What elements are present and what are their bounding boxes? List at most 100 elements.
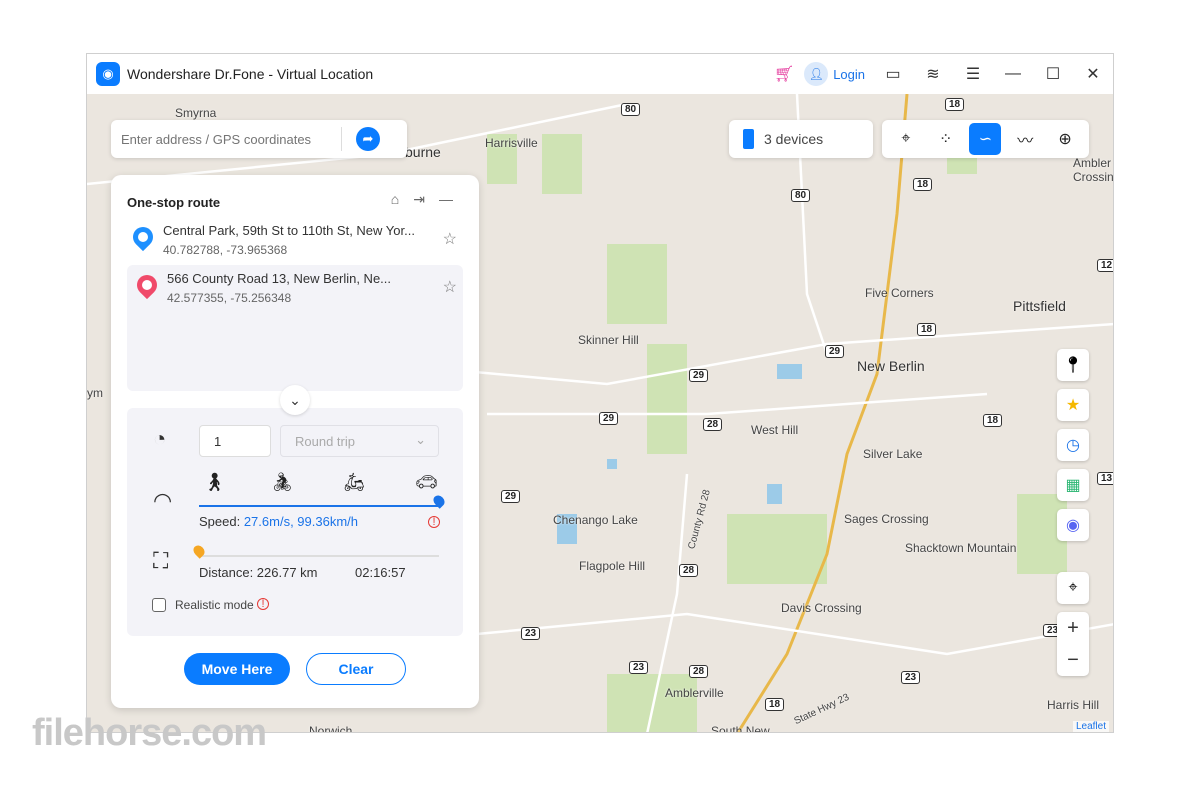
google-maps-icon[interactable]: 📍︎ bbox=[1057, 349, 1089, 381]
speed-slider[interactable] bbox=[199, 493, 447, 509]
minimize-icon[interactable]: — bbox=[993, 65, 1033, 83]
speed-text: Speed: 27.6m/s, 99.36km/h bbox=[199, 514, 358, 529]
route-shield: 29 bbox=[825, 345, 845, 358]
map-label: burne bbox=[405, 144, 441, 160]
speed-label: Speed: bbox=[199, 514, 241, 529]
route-settings: ◔ 1 Round trip ⌄ ◠ 🚶︎ 🚴︎ 🛵︎ 🚗︎ Speed: 27.… bbox=[127, 408, 463, 636]
maximize-icon[interactable]: ☐ bbox=[1033, 64, 1073, 84]
car-icon[interactable]: 🚗︎ bbox=[415, 472, 438, 493]
route-shield: 18 bbox=[913, 178, 933, 191]
map[interactable]: Smyrna Harrisville burne Five Corners Pi… bbox=[87, 94, 1114, 732]
history-clock-icon[interactable]: ◷ bbox=[1057, 429, 1089, 461]
one-stop-route-mode-icon[interactable]: ∽ bbox=[969, 123, 1002, 155]
realistic-mode-label: Realistic mode bbox=[175, 598, 254, 612]
trip-mode-value: Round trip bbox=[295, 434, 355, 449]
watermark: filehorse.com bbox=[32, 712, 267, 754]
clear-button[interactable]: Clear bbox=[306, 653, 406, 685]
route-shield: 18 bbox=[983, 414, 1003, 427]
destination-stop-item[interactable]: 566 County Road 13, New Berlin, Ne... 42… bbox=[127, 267, 463, 315]
map-label: West Hill bbox=[751, 423, 799, 437]
discord-icon[interactable]: ◉ bbox=[1057, 509, 1089, 541]
route-shield: 28 bbox=[703, 418, 723, 431]
multi-stop-route-mode-icon[interactable]: 〰 bbox=[1009, 123, 1041, 155]
stop-name: Central Park, 59th St to 110th St, New Y… bbox=[163, 223, 415, 238]
teleport-mode-icon[interactable]: ⌖ bbox=[890, 123, 922, 155]
scooter-icon[interactable]: 🛵︎ bbox=[343, 472, 366, 493]
map-label: Five Corners bbox=[865, 286, 934, 300]
park-area bbox=[647, 344, 687, 454]
route-shield: 23 bbox=[901, 671, 921, 684]
favorite-star-icon[interactable]: ☆ bbox=[443, 277, 457, 297]
collapse-panel-icon[interactable]: — bbox=[439, 191, 453, 208]
distance-text: Distance: 226.77 km bbox=[199, 565, 318, 580]
map-label: Harrisville bbox=[485, 136, 538, 150]
route-shield: 80 bbox=[791, 189, 811, 202]
repeat-count-input[interactable]: 1 bbox=[199, 425, 271, 457]
progress-slider-handle[interactable] bbox=[191, 543, 207, 559]
devices-button[interactable]: 3 devices bbox=[729, 120, 873, 158]
route-shield: 18 bbox=[917, 323, 937, 336]
map-label: Silver Lake bbox=[863, 447, 923, 461]
map-label: Pittsfield bbox=[1013, 298, 1066, 314]
realistic-mode-checkbox[interactable] bbox=[152, 598, 166, 612]
speedometer-icon: ◠ bbox=[153, 488, 173, 513]
locate-me-icon[interactable]: ⌖ bbox=[1057, 572, 1089, 604]
speed-slider-fill bbox=[199, 505, 439, 507]
camera-icon[interactable]: ▭ bbox=[873, 64, 913, 84]
speed-value: 27.6m/s, 99.36km/h bbox=[243, 514, 358, 529]
joystick-mode-icon[interactable]: ⊕ bbox=[1049, 123, 1081, 155]
close-icon[interactable]: ✕ bbox=[1073, 64, 1113, 84]
map-label: Flagpole Hill bbox=[579, 559, 646, 573]
panel-title: One-stop route bbox=[127, 195, 221, 210]
map-label: Sages Crossing bbox=[844, 512, 929, 526]
stop-coords: 40.782788, -73.965368 bbox=[163, 243, 288, 257]
phone-icon bbox=[743, 129, 754, 149]
walk-icon[interactable]: 🚶︎ bbox=[203, 472, 226, 493]
route-shield: 12 bbox=[1097, 259, 1113, 272]
route-shield: 18 bbox=[765, 698, 785, 711]
map-import-icon[interactable]: ▦ bbox=[1057, 469, 1089, 501]
app-window: ◉ Wondershare Dr.Fone - Virtual Location… bbox=[86, 53, 1114, 733]
zoom-control: + − bbox=[1057, 612, 1089, 676]
start-stop-item[interactable]: Central Park, 59th St to 110th St, New Y… bbox=[127, 219, 463, 267]
map-label: Skinner Hill bbox=[578, 333, 639, 347]
map-label: Shacktown Mountain bbox=[905, 541, 1017, 555]
bike-icon[interactable]: 🚴︎ bbox=[271, 472, 294, 493]
map-label: Chenango Lake bbox=[553, 513, 638, 527]
map-label: ym bbox=[87, 386, 103, 400]
address-search-input[interactable] bbox=[121, 131, 341, 147]
wifi-icon[interactable]: ≋ bbox=[913, 64, 953, 84]
jump-teleport-mode-icon[interactable]: ⁘ bbox=[930, 123, 962, 155]
destination-pin-icon bbox=[132, 270, 162, 300]
home-settings-icon[interactable]: ⌂ bbox=[391, 191, 399, 208]
route-shield: 29 bbox=[501, 490, 521, 503]
favorite-star-icon[interactable]: ☆ bbox=[443, 229, 457, 249]
time-text: 02:16:57 bbox=[355, 565, 406, 580]
leaflet-attribution[interactable]: Leaflet bbox=[1072, 721, 1109, 732]
realistic-warning-icon[interactable]: ! bbox=[257, 598, 269, 610]
road bbox=[487, 392, 988, 416]
map-label: Ambler Crossin bbox=[1073, 156, 1114, 184]
export-icon[interactable]: ⇥ bbox=[413, 191, 425, 208]
expand-chevron-button[interactable]: ⌄ bbox=[280, 385, 310, 415]
route-shield: 23 bbox=[629, 661, 649, 674]
favorites-star-icon[interactable]: ★ bbox=[1057, 389, 1089, 421]
zoom-out-button[interactable]: − bbox=[1057, 644, 1089, 676]
title-bar: ◉ Wondershare Dr.Fone - Virtual Location… bbox=[87, 54, 1113, 94]
zoom-in-button[interactable]: + bbox=[1057, 612, 1089, 644]
list-icon[interactable]: ☰ bbox=[953, 64, 993, 84]
trip-mode-select[interactable]: Round trip ⌄ bbox=[280, 425, 439, 457]
mode-toolbar: ⌖ ⁘ ∽ 〰 ⊕ bbox=[882, 120, 1089, 158]
move-here-button[interactable]: Move Here bbox=[184, 653, 290, 685]
go-arrow-button[interactable]: ➦ bbox=[356, 127, 380, 151]
speed-warning-icon[interactable]: ! bbox=[428, 516, 440, 528]
cart-icon[interactable]: 🛒︎ bbox=[764, 64, 804, 84]
stop-name: 566 County Road 13, New Berlin, Ne... bbox=[167, 271, 392, 286]
stop-coords: 42.577355, -75.256348 bbox=[167, 291, 292, 305]
map-label: Harris Hill bbox=[1047, 698, 1099, 712]
start-pin-icon bbox=[128, 222, 158, 252]
road bbox=[386, 322, 1113, 386]
park-area bbox=[607, 244, 667, 324]
login-button[interactable]: 👤︎ Login bbox=[804, 62, 865, 86]
progress-slider[interactable] bbox=[191, 543, 439, 559]
